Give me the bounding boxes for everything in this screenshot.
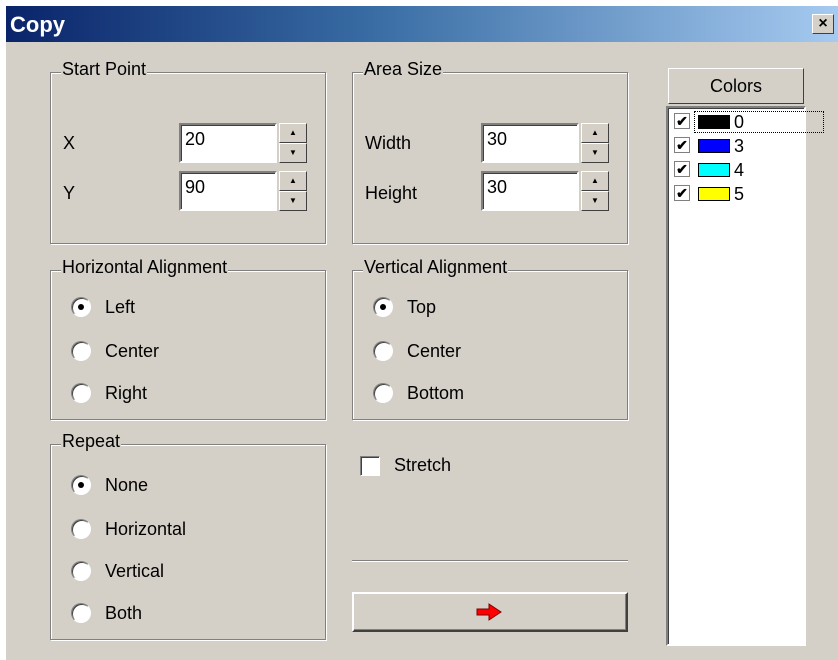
radio-circle <box>373 383 393 403</box>
v-align-bottom-label: Bottom <box>407 383 465 403</box>
color-swatch <box>698 187 730 201</box>
apply-arrow-button[interactable] <box>352 592 628 632</box>
right-arrow-icon <box>476 603 502 621</box>
start-point-legend: Start Point <box>61 59 148 80</box>
height-spinner[interactable]: ▲ ▼ <box>581 171 609 211</box>
stretch-checkbox-box[interactable] <box>360 456 380 476</box>
vertical-alignment-legend: Vertical Alignment <box>363 257 509 278</box>
repeat-legend: Repeat <box>61 431 122 452</box>
copy-dialog: Copy × Start Point X 20 ▲ ▼ Y 90 ▲ ▼ Are… <box>6 6 838 660</box>
radio-circle <box>373 297 393 317</box>
color-item-checkbox[interactable]: ✔ <box>674 113 690 129</box>
h-align-center-label: Center <box>105 341 160 361</box>
radio-circle <box>71 341 91 361</box>
area-size-group: Area Size Width 30 ▲ ▼ Height 30 ▲ ▼ <box>352 59 628 244</box>
width-spin-up-button[interactable]: ▲ <box>581 123 609 143</box>
separator <box>352 560 628 562</box>
x-spinner[interactable]: ▲ ▼ <box>279 123 307 163</box>
stretch-checkbox[interactable]: Stretch <box>360 455 480 478</box>
repeat-group: Repeat None Horizontal Vertical Both <box>50 431 326 640</box>
y-label: Y <box>63 183 76 203</box>
width-spin-down-button[interactable]: ▼ <box>581 143 609 163</box>
width-input[interactable]: 30 <box>481 123 579 163</box>
radio-circle <box>71 383 91 403</box>
color-item-label: 3 <box>734 136 745 156</box>
area-size-legend: Area Size <box>363 59 444 80</box>
radio-selected-dot <box>78 482 84 488</box>
height-input[interactable]: 30 <box>481 171 579 211</box>
h-align-right-label: Right <box>105 383 148 403</box>
repeat-vertical-label: Vertical <box>105 561 165 581</box>
stretch-label: Stretch <box>394 455 452 475</box>
color-item-label: 4 <box>734 160 745 180</box>
color-item-checkbox[interactable]: ✔ <box>674 185 690 201</box>
start-point-group: Start Point X 20 ▲ ▼ Y 90 ▲ ▼ <box>50 59 326 244</box>
height-spin-down-button[interactable]: ▼ <box>581 191 609 211</box>
radio-circle <box>71 475 91 495</box>
height-spin-up-button[interactable]: ▲ <box>581 171 609 191</box>
height-label: Height <box>365 183 418 203</box>
colors-header[interactable]: Colors <box>668 68 804 104</box>
x-label: X <box>63 133 76 153</box>
h-align-left-label: Left <box>105 297 136 317</box>
x-spin-down-button[interactable]: ▼ <box>279 143 307 163</box>
repeat-both-label: Both <box>105 603 143 623</box>
horizontal-alignment-group: Horizontal Alignment Left Center Right <box>50 257 326 420</box>
repeat-none-label: None <box>105 475 149 495</box>
color-item-label: 0 <box>734 112 745 132</box>
color-swatch <box>698 163 730 177</box>
colors-list[interactable]: ✔ 0 ✔ 3 ✔ 4 ✔ 5 <box>666 106 824 646</box>
vertical-alignment-group: Vertical Alignment Top Center Bottom <box>352 257 628 420</box>
y-input[interactable]: 90 <box>179 171 277 211</box>
color-item-checkbox[interactable]: ✔ <box>674 161 690 177</box>
color-swatch <box>698 115 730 129</box>
v-align-center-label: Center <box>407 341 462 361</box>
x-input[interactable]: 20 <box>179 123 277 163</box>
width-spinner[interactable]: ▲ ▼ <box>581 123 609 163</box>
radio-circle <box>71 561 91 581</box>
color-swatch <box>698 139 730 153</box>
width-label: Width <box>365 133 412 153</box>
v-align-top-label: Top <box>407 297 437 317</box>
title-bar[interactable]: Copy × <box>6 6 838 42</box>
y-spinner[interactable]: ▲ ▼ <box>279 171 307 211</box>
radio-selected-dot <box>380 304 386 310</box>
close-button[interactable]: × <box>812 14 834 34</box>
color-item-label: 5 <box>734 184 745 204</box>
window-title: Copy <box>10 12 65 37</box>
y-spin-down-button[interactable]: ▼ <box>279 191 307 211</box>
radio-circle <box>71 297 91 317</box>
radio-circle <box>373 341 393 361</box>
color-item-checkbox[interactable]: ✔ <box>674 137 690 153</box>
radio-selected-dot <box>78 304 84 310</box>
radio-circle <box>71 603 91 623</box>
radio-circle <box>71 519 91 539</box>
x-spin-up-button[interactable]: ▲ <box>279 123 307 143</box>
y-spin-up-button[interactable]: ▲ <box>279 171 307 191</box>
repeat-horizontal-label: Horizontal <box>105 519 187 539</box>
horizontal-alignment-legend: Horizontal Alignment <box>61 257 229 278</box>
